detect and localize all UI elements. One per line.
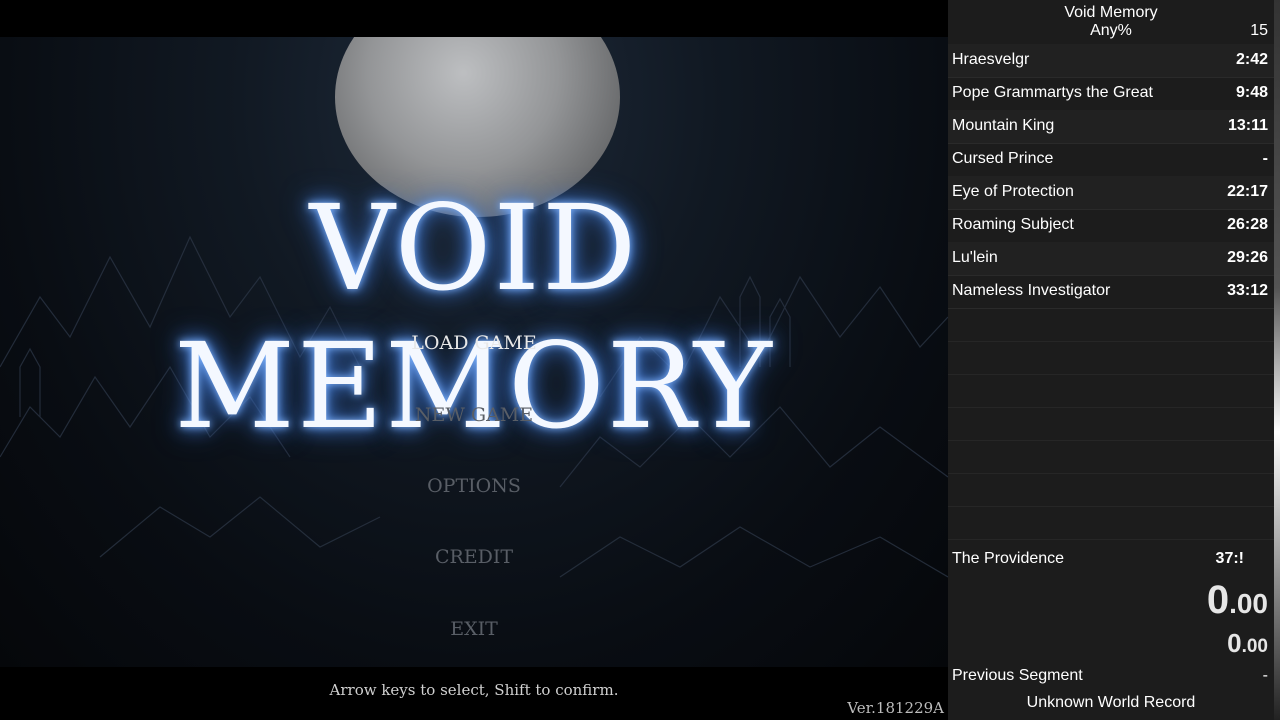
segment-timer: 0.00 xyxy=(1227,628,1268,659)
split-row: Roaming Subject 26:28 xyxy=(948,209,1274,243)
empty-split-row xyxy=(948,407,1274,441)
split-row: Nameless Investigator 33:12 xyxy=(948,275,1274,309)
split-time: 22:17 xyxy=(1227,183,1268,200)
previous-segment-label: Previous Segment xyxy=(952,667,1083,684)
split-time: 13:11 xyxy=(1227,117,1268,134)
segment-timer-int: 0 xyxy=(1227,628,1242,658)
split-row: Cursed Prince - xyxy=(948,143,1274,177)
split-name: Nameless Investigator xyxy=(952,282,1111,299)
empty-split-row xyxy=(948,440,1274,474)
split-time: - xyxy=(1262,150,1268,167)
empty-split-row xyxy=(948,308,1274,342)
split-time: 33:12 xyxy=(1227,282,1268,299)
split-time: 26:28 xyxy=(1227,216,1268,233)
final-split-time: 37:! xyxy=(1215,550,1244,567)
split-row: Lu'lein 29:26 xyxy=(948,242,1274,276)
title-screen-background: VOID MEMORY LOAD GAME NEW GAME OPTIONS C… xyxy=(0,37,948,667)
splits-category: Any% xyxy=(1090,22,1132,39)
livesplit-panel: Void Memory Any% 15 Hraesvelgr 2:42 Pope… xyxy=(948,0,1274,720)
final-split-name: The Providence xyxy=(952,550,1065,567)
split-row: Mountain King 13:11 xyxy=(948,110,1274,144)
split-name: Eye of Protection xyxy=(952,183,1074,200)
split-name: Hraesvelgr xyxy=(952,51,1030,68)
splits-game-name: Void Memory xyxy=(1064,4,1158,21)
split-row: Eye of Protection 22:17 xyxy=(948,176,1274,210)
empty-split-row xyxy=(948,374,1274,408)
attempt-count: 15 xyxy=(1250,22,1268,39)
controls-hint: Arrow keys to select, Shift to confirm. xyxy=(329,681,619,699)
split-time: 29:26 xyxy=(1227,249,1268,266)
empty-split-row xyxy=(948,506,1274,540)
split-name: Cursed Prince xyxy=(952,150,1054,167)
empty-split-row xyxy=(948,473,1274,507)
menu-load-game[interactable]: LOAD GAME xyxy=(0,332,948,354)
empty-split-row xyxy=(948,341,1274,375)
menu-new-game[interactable]: NEW GAME xyxy=(0,404,948,426)
game-window: VOID MEMORY LOAD GAME NEW GAME OPTIONS C… xyxy=(0,0,948,720)
split-row: Hraesvelgr 2:42 xyxy=(948,44,1274,78)
previous-segment-value: - xyxy=(1262,667,1268,684)
split-name: Lu'lein xyxy=(952,249,998,266)
world-record-label: Unknown World Record xyxy=(1026,694,1196,711)
main-timer-int: 0 xyxy=(1206,578,1230,622)
split-time: 2:42 xyxy=(1235,51,1268,68)
menu-exit[interactable]: EXIT xyxy=(0,618,948,640)
split-name: Mountain King xyxy=(952,117,1055,134)
split-time: 9:48 xyxy=(1235,84,1268,101)
menu-options[interactable]: OPTIONS xyxy=(0,475,948,497)
split-row: Pope Grammartys the Great 9:48 xyxy=(948,77,1274,111)
main-timer: 0.00 xyxy=(1207,578,1268,623)
split-name: Pope Grammartys the Great xyxy=(952,84,1153,101)
version-label: Ver.181229A xyxy=(847,699,944,717)
main-timer-dec: .00 xyxy=(1229,588,1268,619)
window-edge xyxy=(1274,0,1280,720)
menu-credit[interactable]: CREDIT xyxy=(0,546,948,568)
split-name: Roaming Subject xyxy=(952,216,1074,233)
segment-timer-dec: .00 xyxy=(1241,636,1268,657)
